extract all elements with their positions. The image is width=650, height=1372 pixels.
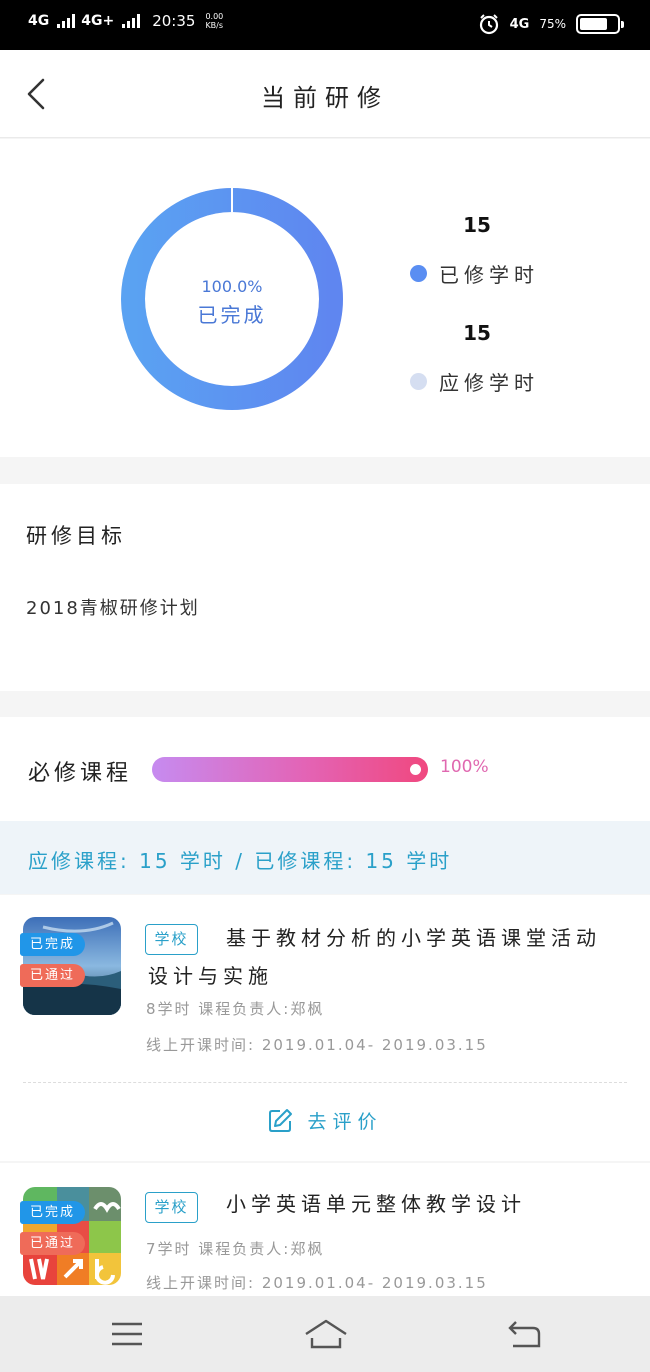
course-divider <box>23 1082 627 1083</box>
badge-passed: 已通过 <box>20 964 86 987</box>
completion-percent: 100.0% <box>201 277 263 296</box>
network-type-2: 4G+ <box>81 13 115 29</box>
required-hours-value: 15 <box>463 321 491 345</box>
course-card[interactable]: 已完成 已通过 学校 基于教材分析的小学英语课堂活动设计与实施 8学时 课程负责… <box>0 895 650 1161</box>
signal-icon-2 <box>122 14 141 28</box>
course-card[interactable]: 已完成 已通过 学校 小学英语单元整体教学设计 7学时 课程负责人:郑枫 线上开… <box>0 1163 650 1297</box>
legend-label-required: 应修学时 <box>439 371 539 395</box>
course-title[interactable]: 小学英语单元整体教学设计 <box>148 1185 618 1223</box>
status-left: 4G 4G+ 20:35 0.00 KB/s <box>28 12 223 30</box>
home-icon[interactable] <box>303 1316 349 1352</box>
network-speed-unit: KB/s <box>205 21 224 30</box>
course-hours-owner: 8学时 课程负责人:郑枫 <box>146 1000 325 1018</box>
required-courses-card: 必修课程 100% <box>0 717 650 821</box>
badge-completed: 已完成 <box>20 933 86 956</box>
alarm-icon <box>479 14 498 35</box>
network-speed-value: 0.00 <box>205 12 224 21</box>
network-type-1: 4G <box>28 13 50 29</box>
network-speed: 0.00 KB/s <box>205 12 223 30</box>
hours-summary-text: 应修课程: 15 学时 / 已修课程: 15 学时 <box>28 849 453 873</box>
network-type-right: 4G <box>509 16 530 32</box>
signal-icon <box>57 14 76 28</box>
status-time: 20:35 <box>152 12 196 30</box>
nav-header: 当前研修 <box>0 50 650 138</box>
required-progress-fill <box>152 757 428 782</box>
course-hours-owner: 7学时 课程负责人:郑枫 <box>146 1240 325 1258</box>
course-title[interactable]: 基于教材分析的小学英语课堂活动设计与实施 <box>148 919 618 995</box>
battery-icon <box>576 14 624 34</box>
study-hours-card: 100.0% 已完成 15 已修学时 15 应修学时 <box>0 139 650 457</box>
legend-earned-hours: 已修学时 <box>410 259 539 288</box>
edit-icon <box>269 1108 293 1132</box>
course-online-time: 线上开课时间: 2019.01.04- 2019.03.15 <box>146 1036 488 1054</box>
course-online-time: 线上开课时间: 2019.01.04- 2019.03.15 <box>146 1274 488 1292</box>
battery-percent: 75% <box>539 17 566 31</box>
system-nav-bar <box>0 1296 650 1372</box>
legend-dot-required <box>410 373 427 390</box>
progress-knob <box>410 764 421 775</box>
hours-summary-band: 应修课程: 15 学时 / 已修课程: 15 学时 <box>0 821 650 894</box>
back-nav-icon[interactable] <box>503 1316 543 1352</box>
required-courses-label: 必修课程 <box>28 761 133 786</box>
status-bar: 4G 4G+ 20:35 0.00 KB/s 4G 75% <box>0 0 650 50</box>
status-right: 4G 75% <box>478 13 624 35</box>
legend-label-earned: 已修学时 <box>439 263 539 287</box>
battery-level <box>580 18 607 30</box>
badge-completed: 已完成 <box>20 1201 86 1224</box>
earned-hours-value: 15 <box>463 213 491 237</box>
legend-required-hours: 应修学时 <box>410 367 539 396</box>
menu-icon[interactable] <box>107 1316 147 1352</box>
evaluate-button[interactable]: 去评价 <box>0 1107 650 1134</box>
goal-title: 研修目标 <box>26 524 126 548</box>
required-progress-percent: 100% <box>440 757 489 777</box>
goal-text: 2018青椒研修计划 <box>26 598 200 619</box>
evaluate-label: 去评价 <box>307 1111 383 1133</box>
study-goal-card: 研修目标 2018青椒研修计划 <box>0 484 650 691</box>
page-title: 当前研修 <box>261 84 389 112</box>
required-progress-bar <box>152 757 428 782</box>
completion-status: 已完成 <box>197 303 267 327</box>
legend-dot-earned <box>410 265 427 282</box>
badge-passed: 已通过 <box>20 1232 86 1255</box>
